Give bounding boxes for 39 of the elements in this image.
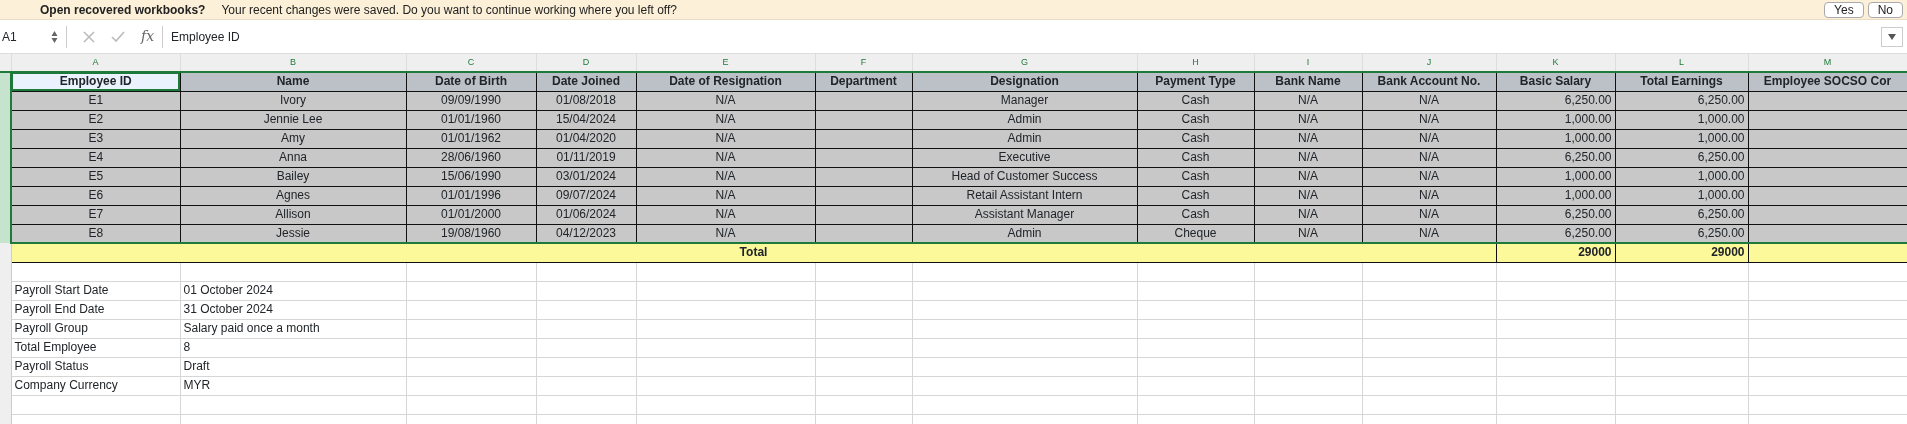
column-header[interactable]: E (636, 54, 815, 72)
check-icon[interactable] (111, 30, 125, 43)
column-header[interactable]: C (406, 54, 536, 72)
column-header[interactable]: L (1615, 54, 1748, 72)
summary-value: Draft (180, 357, 406, 376)
summary-label: Payroll Start Date (11, 281, 180, 300)
summary-label: Payroll Status (11, 357, 180, 376)
column-header[interactable]: I (1254, 54, 1362, 72)
summary-value: 31 October 2024 (180, 300, 406, 319)
column-header[interactable]: F (815, 54, 912, 72)
summary-value: Salary paid once a month (180, 319, 406, 338)
summary-label: Company Currency (11, 376, 180, 395)
summary-label: Payroll End Date (11, 300, 180, 319)
summary-value: MYR (180, 376, 406, 395)
dropdown-icon[interactable] (1888, 33, 1896, 40)
column-header[interactable]: G (912, 54, 1137, 72)
name-box[interactable]: A1 (2, 27, 51, 46)
summary-label: Payroll Group (11, 319, 180, 338)
total-label: Total (11, 243, 1496, 262)
notification-button[interactable]: Yes (1824, 1, 1864, 18)
column-header[interactable]: H (1137, 54, 1254, 72)
function-button[interactable]: fx (141, 26, 155, 47)
notification-title: Open recovered workbooks? (40, 1, 206, 19)
column-header[interactable]: B (180, 54, 406, 72)
total-cell: 29000 (1496, 243, 1615, 262)
column-header[interactable]: J (1362, 54, 1496, 72)
column-header[interactable]: D (536, 54, 636, 72)
summary-label: Total Employee (11, 338, 180, 357)
formula-field[interactable]: Employee ID (162, 25, 1873, 48)
header-cell: Employee ID (11, 72, 180, 91)
summary-value: 01 October 2024 (180, 281, 406, 300)
summary-value: 8 (180, 338, 406, 357)
column-header[interactable]: A (11, 54, 180, 72)
total-cell: 29000 (1615, 243, 1748, 262)
column-header[interactable]: M (1748, 54, 1907, 72)
spinner-icon[interactable] (51, 29, 58, 44)
notification-button[interactable]: No (1867, 1, 1903, 18)
column-header[interactable]: K (1496, 54, 1615, 72)
notification-message: Your recent changes were saved. Do you want to continue working where you left off? (221, 1, 677, 19)
